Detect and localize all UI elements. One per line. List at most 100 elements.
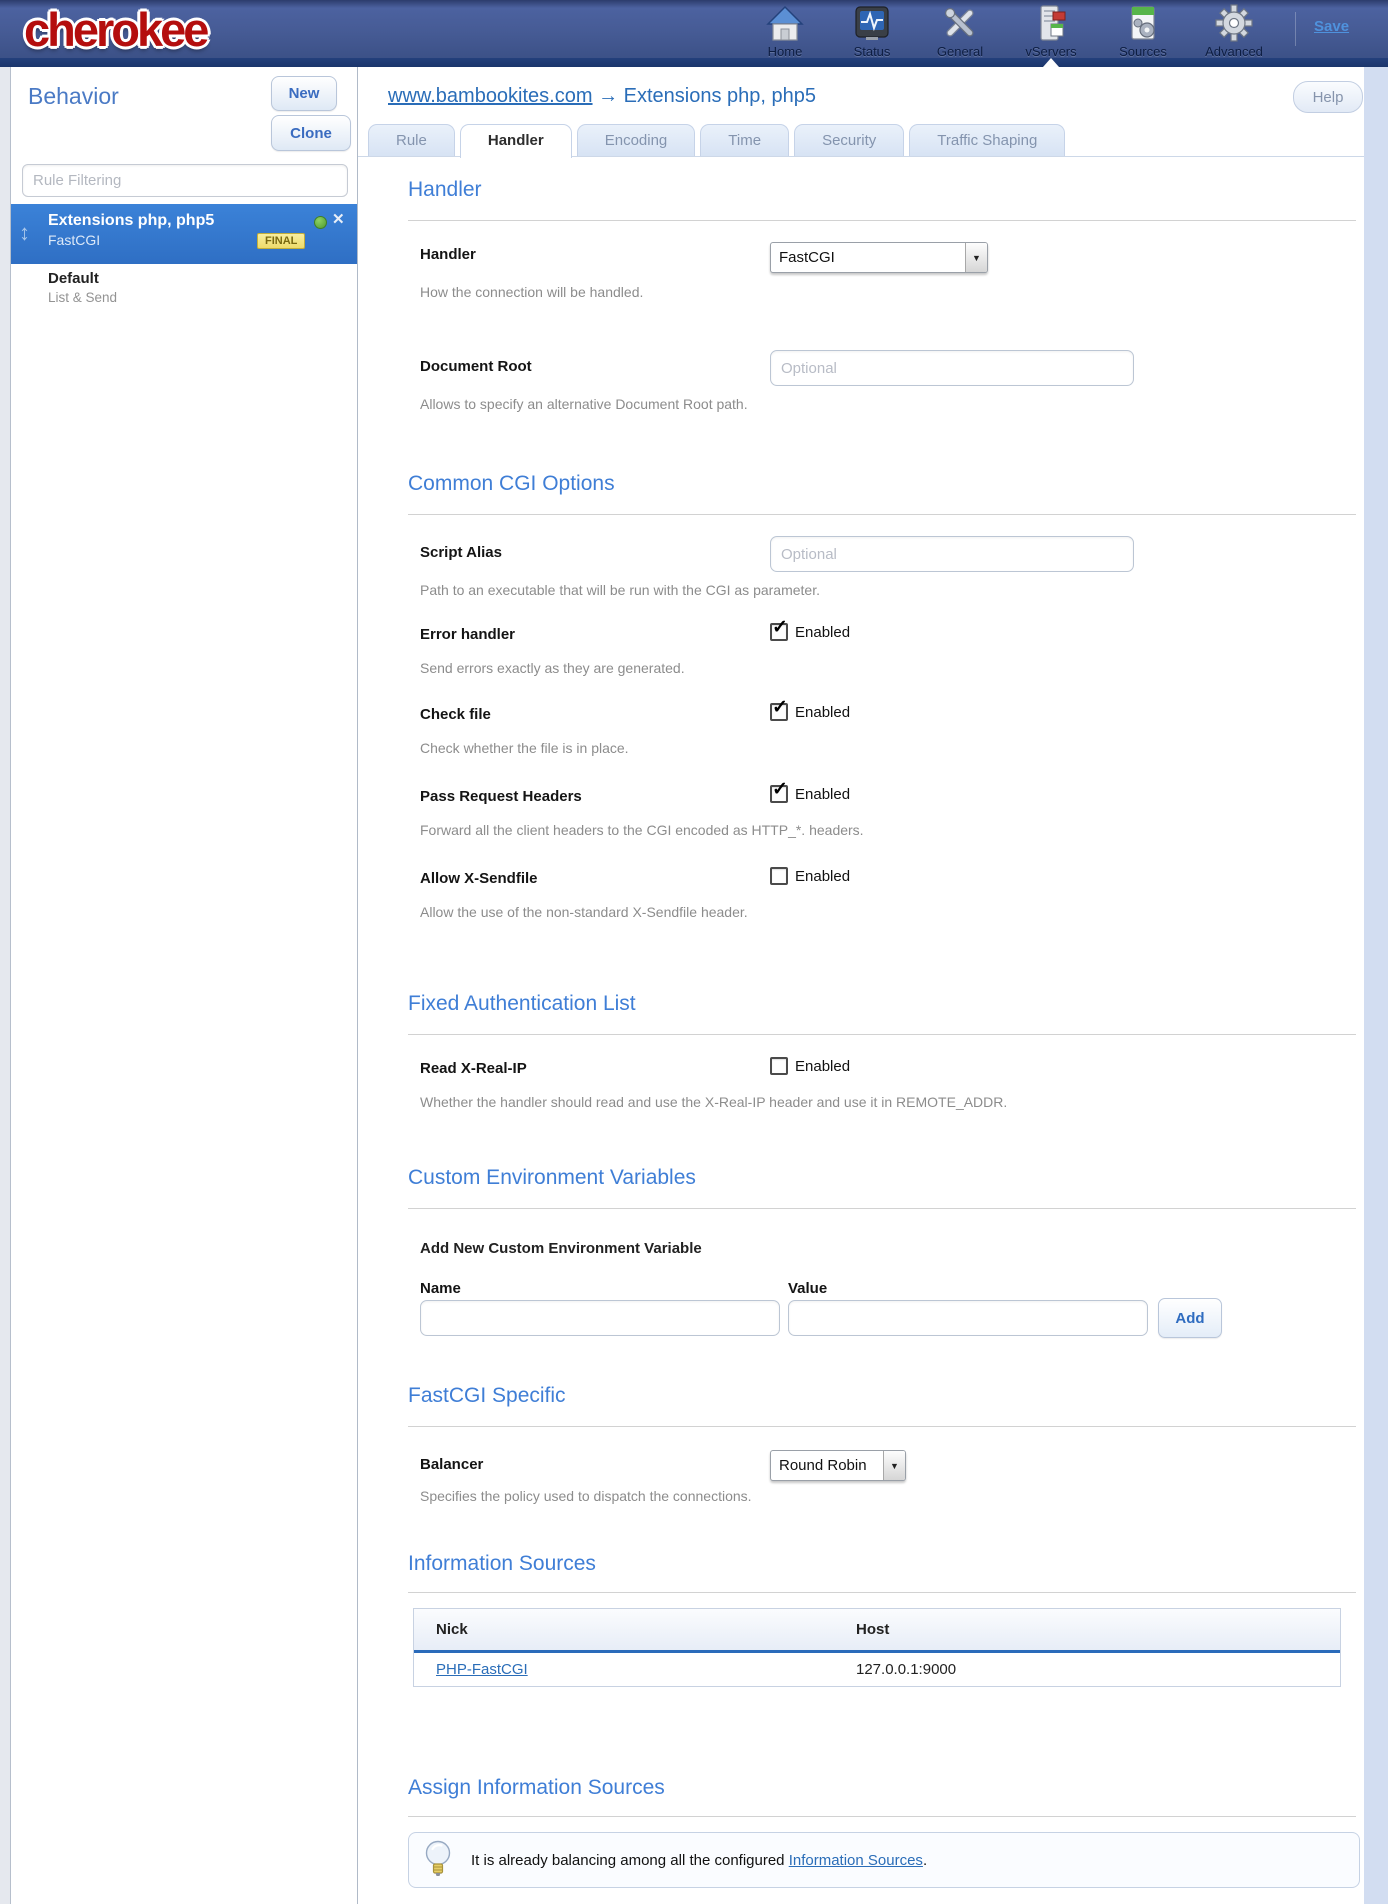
- pass-request-headers-label: Pass Request Headers: [420, 788, 582, 805]
- rule-title: Default: [48, 270, 99, 287]
- col-header-nick: Nick: [414, 1621, 856, 1638]
- note-prefix: It is already balancing among all the co…: [471, 1852, 789, 1869]
- check-file-desc: Check whether the file is in place.: [420, 740, 629, 756]
- handler-label: Handler: [420, 246, 476, 263]
- read-x-real-ip-checkrow: Enabled: [770, 1057, 850, 1075]
- balancing-note-box: It is already balancing among all the co…: [408, 1832, 1360, 1888]
- error-handler-checkbox[interactable]: [770, 623, 788, 641]
- rule-handler-type: FastCGI: [48, 232, 100, 248]
- nav-label: Sources: [1101, 44, 1185, 59]
- allow-x-sendfile-label: Allow X-Sendfile: [420, 870, 538, 887]
- active-nav-pointer-icon: [1043, 58, 1059, 67]
- right-scroll-strip[interactable]: [1364, 67, 1388, 1904]
- source-link-php-fastcgi[interactable]: PHP-FastCGI: [436, 1661, 528, 1678]
- nav-label: General: [918, 44, 1002, 59]
- nav-item-sources[interactable]: Sources: [1101, 4, 1185, 59]
- allow-x-sendfile-checkbox[interactable]: [770, 867, 788, 885]
- clone-rule-button[interactable]: Clone: [271, 115, 351, 151]
- section-title-assign-sources: Assign Information Sources: [408, 1776, 665, 1800]
- nav-item-home[interactable]: Home: [743, 4, 827, 59]
- section-title-fastcgi-specific: FastCGI Specific: [408, 1384, 566, 1408]
- balancer-select[interactable]: Round Robin ▼: [770, 1450, 906, 1481]
- new-rule-button[interactable]: New: [271, 76, 337, 111]
- lightbulb-icon: [423, 1839, 453, 1881]
- divider: [408, 1208, 1356, 1209]
- balancer-desc: Specifies the policy used to dispatch th…: [420, 1488, 752, 1504]
- top-header: cherokee Home Status: [0, 0, 1388, 58]
- read-x-real-ip-desc: Whether the handler should read and use …: [420, 1094, 1007, 1110]
- enabled-label: Enabled: [795, 704, 850, 721]
- nav-item-vservers[interactable]: vServers: [1009, 4, 1093, 59]
- final-badge: FINAL: [257, 233, 305, 249]
- divider: [408, 1034, 1356, 1035]
- handler-select-value: FastCGI: [771, 249, 965, 266]
- handler-desc: How the connection will be handled.: [420, 284, 643, 300]
- balancing-note: It is already balancing among all the co…: [471, 1852, 927, 1869]
- script-alias-input[interactable]: [770, 536, 1134, 572]
- cherokee-admin-window: cherokee Home Status: [0, 0, 1388, 1904]
- tab-security[interactable]: Security: [794, 124, 904, 156]
- divider: [408, 1426, 1356, 1427]
- tab-time[interactable]: Time: [700, 124, 789, 156]
- nav-item-status[interactable]: Status: [830, 4, 914, 59]
- read-x-real-ip-checkbox[interactable]: [770, 1057, 788, 1075]
- select-arrow-icon: ▼: [883, 1451, 905, 1480]
- note-suffix: .: [923, 1852, 927, 1869]
- information-sources-table: Nick Host PHP-FastCGI 127.0.0.1:9000: [413, 1608, 1341, 1687]
- rule-item-default[interactable]: Default List & Send: [11, 266, 357, 314]
- rule-filter-input[interactable]: [22, 164, 348, 197]
- error-handler-desc: Send errors exactly as they are generate…: [420, 660, 685, 676]
- tab-encoding[interactable]: Encoding: [577, 124, 696, 156]
- divider: [408, 1592, 1356, 1593]
- error-handler-checkrow: Enabled: [770, 623, 850, 641]
- nav-divider: [1295, 12, 1296, 46]
- check-file-checkbox[interactable]: [770, 703, 788, 721]
- handler-select[interactable]: FastCGI ▼: [770, 242, 988, 273]
- section-title-common-cgi: Common CGI Options: [408, 472, 615, 496]
- section-title-fixed-auth: Fixed Authentication List: [408, 992, 636, 1016]
- nav-item-general[interactable]: vServers General: [918, 4, 1002, 59]
- balancer-label: Balancer: [420, 1456, 483, 1473]
- gear-icon: [1212, 4, 1256, 44]
- tab-rule[interactable]: Rule: [368, 124, 455, 156]
- rule-handler-type: List & Send: [48, 290, 117, 305]
- status-icon: [850, 4, 894, 44]
- nav-label: Home: [743, 44, 827, 59]
- rule-title: Extensions php, php5: [48, 212, 214, 230]
- rule-enabled-dot[interactable]: [314, 216, 327, 229]
- help-button[interactable]: Help: [1293, 81, 1363, 113]
- add-env-var-button[interactable]: Add: [1158, 1298, 1222, 1338]
- tab-traffic-shaping[interactable]: Traffic Shaping: [909, 124, 1065, 156]
- cherokee-logo: cherokee: [24, 2, 206, 57]
- add-new-env-var-heading: Add New Custom Environment Variable: [420, 1240, 702, 1257]
- nav-item-advanced[interactable]: Advanced: [1192, 4, 1276, 59]
- sidebar-title: Behavior: [28, 83, 119, 110]
- balancer-select-value: Round Robin: [771, 1457, 883, 1474]
- env-value-label: Value: [788, 1280, 827, 1297]
- table-header-row: Nick Host: [414, 1609, 1340, 1653]
- document-root-input[interactable]: [770, 350, 1134, 386]
- source-host: 127.0.0.1:9000: [856, 1661, 956, 1678]
- vserver-link[interactable]: www.bambookites.com: [388, 85, 593, 107]
- delete-rule-icon[interactable]: ✕: [332, 210, 345, 228]
- information-sources-link[interactable]: Information Sources: [789, 1852, 923, 1869]
- pass-request-headers-checkbox[interactable]: [770, 785, 788, 803]
- save-button[interactable]: Save: [1314, 18, 1349, 35]
- env-name-input[interactable]: [420, 1300, 780, 1336]
- vservers-icon: [1029, 4, 1073, 44]
- section-title-information-sources: Information Sources: [408, 1552, 596, 1576]
- tab-handler[interactable]: Handler: [460, 124, 572, 158]
- nav-label: Advanced: [1192, 44, 1276, 59]
- check-file-label: Check file: [420, 706, 491, 723]
- nav-label: vServers: [1009, 44, 1093, 59]
- drag-handle-icon[interactable]: ↕: [19, 220, 30, 246]
- main-panel: www.bambookites.com → Extensions php, ph…: [358, 67, 1364, 1904]
- divider: [408, 220, 1356, 221]
- script-alias-desc: Path to an executable that will be run w…: [420, 582, 820, 598]
- rule-item-extensions-php[interactable]: ↕ Extensions php, php5 FastCGI FINAL ✕: [11, 204, 357, 264]
- env-value-input[interactable]: [788, 1300, 1148, 1336]
- left-gutter: [0, 67, 11, 1904]
- breadcrumb: www.bambookites.com → Extensions php, ph…: [388, 85, 816, 108]
- select-arrow-icon: ▼: [965, 243, 987, 272]
- enabled-label: Enabled: [795, 624, 850, 641]
